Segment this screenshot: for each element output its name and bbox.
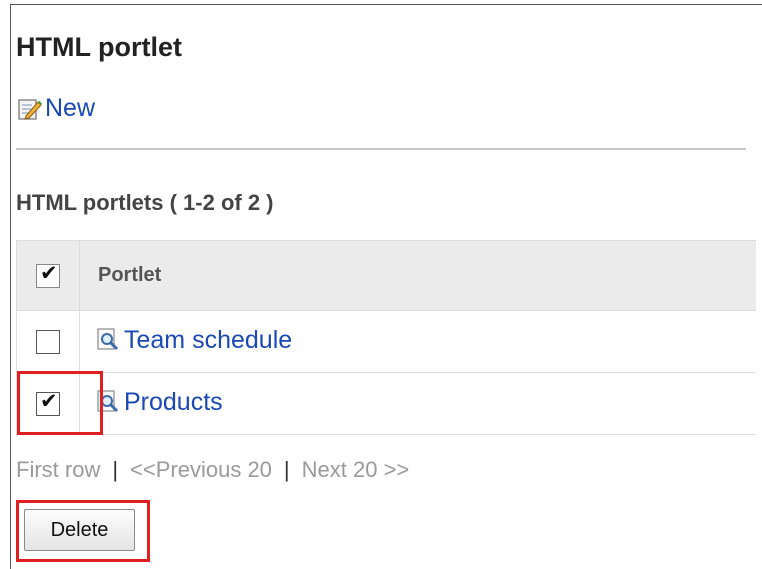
edit-note-icon (18, 98, 42, 120)
new-portlet-link[interactable]: New (17, 94, 95, 123)
portlet-link-products[interactable]: Products (96, 388, 223, 417)
portlet-label: Team schedule (124, 325, 293, 354)
pager-first: First row (16, 457, 101, 482)
table-row: Team schedule (16, 310, 756, 373)
row-checkbox-cell: ✔ (16, 372, 80, 435)
pager-separator: | (283, 457, 290, 482)
table-row: ✔ Products (16, 372, 756, 435)
row-name-cell: Products (79, 372, 756, 435)
pagination: First row | <<Previous 20 | Next 20 >> (16, 457, 409, 483)
row-checkbox-products[interactable]: ✔ (36, 389, 60, 416)
pager-previous: <<Previous 20 (130, 457, 272, 482)
checkmark-icon: ✔ (40, 261, 58, 285)
pager-next: Next 20 >> (301, 457, 410, 482)
preview-magnifier-icon (97, 390, 119, 413)
portlet-table: ✔ Portlet Team schedule ✔ Products (16, 240, 756, 435)
portlet-label: Products (124, 387, 223, 416)
select-all-checkbox[interactable]: ✔ (36, 261, 60, 288)
preview-magnifier-icon (97, 328, 119, 351)
select-all-cell: ✔ (16, 240, 80, 311)
column-header-portlet[interactable]: Portlet (79, 240, 756, 311)
row-checkbox-team-schedule[interactable] (36, 329, 60, 354)
row-name-cell: Team schedule (79, 310, 756, 373)
divider (16, 148, 746, 150)
table-header-row: ✔ Portlet (16, 240, 756, 311)
checkmark-icon: ✔ (40, 389, 58, 413)
portlet-link-team-schedule[interactable]: Team schedule (96, 326, 292, 355)
row-checkbox-cell (16, 310, 80, 373)
pager-separator: | (112, 457, 119, 482)
section-title: HTML portlets ( 1-2 of 2 ) (16, 190, 274, 215)
new-link-label: New (45, 94, 96, 122)
page-title: HTML portlet (16, 32, 182, 62)
delete-button[interactable]: Delete (24, 509, 135, 551)
